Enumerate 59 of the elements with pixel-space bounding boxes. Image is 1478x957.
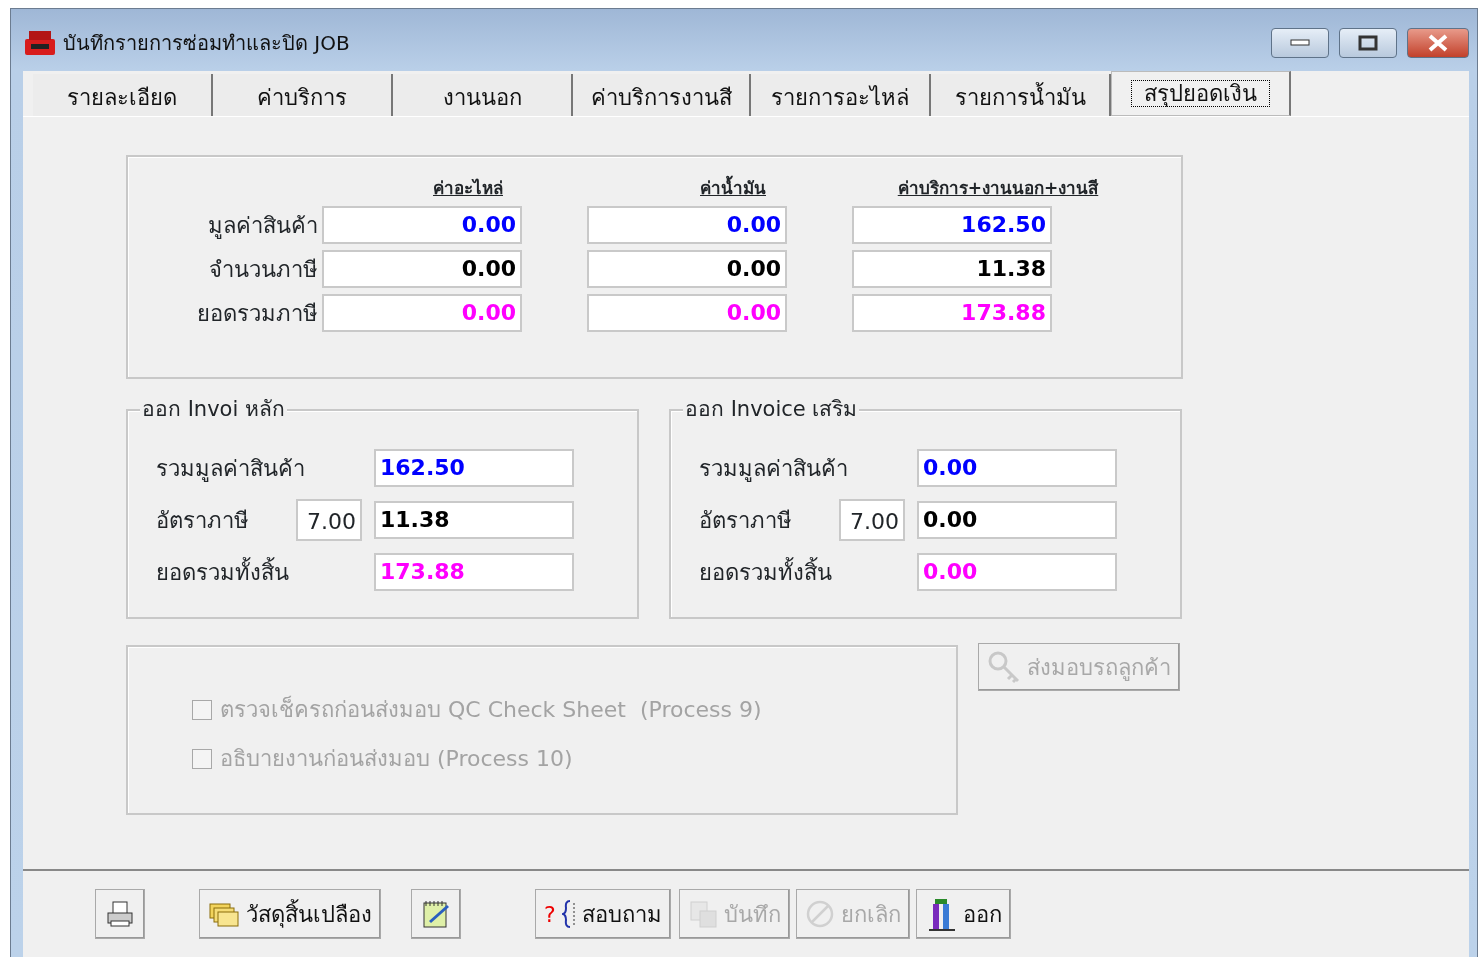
disk-icon xyxy=(687,899,718,929)
field-label: รวมมูลค่าสินค้า xyxy=(699,454,849,484)
field-label: มูลค่าสินค้า xyxy=(207,211,318,241)
tab[interactable]: รายละเอียด xyxy=(33,74,213,116)
field-label: อัตราภาษี xyxy=(156,506,250,535)
toolbox-icon xyxy=(23,29,57,57)
folders-icon xyxy=(208,900,240,928)
value-field: 0.00 xyxy=(322,294,522,333)
print-button[interactable] xyxy=(95,889,145,939)
tab[interactable]: ค่าบริการงานสี xyxy=(573,74,751,116)
value-field: 173.88 xyxy=(852,294,1052,333)
column-header: ค่าบริการ+งานนอก+งานสี xyxy=(897,177,1099,200)
key-icon xyxy=(987,650,1021,684)
printer-icon xyxy=(105,899,135,929)
maximize-button[interactable] xyxy=(1339,28,1397,58)
value-field: 0.00 xyxy=(587,206,787,245)
field-label: จำนวนภาษี xyxy=(208,255,318,284)
materials-button[interactable]: วัสดุสิ้นเปลือง xyxy=(199,889,381,939)
close-icon xyxy=(1427,34,1449,52)
maximize-icon xyxy=(1358,35,1378,51)
value-field: 0.00 xyxy=(587,294,787,333)
field-label: รวมมูลค่าสินค้า xyxy=(156,454,306,484)
field-label: ยอดรวมทั้งสิ้น xyxy=(699,556,833,587)
bracket-icon xyxy=(561,899,576,929)
value-field: 0.00 xyxy=(917,449,1117,487)
rate-field: 7.00 xyxy=(839,499,905,541)
value-field: 11.38 xyxy=(852,250,1052,289)
value-field: 162.50 xyxy=(374,449,574,487)
tab[interactable]: งานนอก xyxy=(393,74,573,116)
field-label: ยอดรวมภาษี xyxy=(196,299,318,328)
checkbox-label: ตรวจเช็ครถก่อนส่งมอบ QC Check Sheet (Process 9) xyxy=(220,694,762,724)
value-field: 173.88 xyxy=(374,553,574,591)
value-field: 0.00 xyxy=(322,206,522,245)
notepad-icon xyxy=(420,898,452,930)
query-button[interactable]: ? สอบถาม xyxy=(535,889,671,939)
value-field: 11.38 xyxy=(374,501,574,539)
value-field: 0.00 xyxy=(587,250,787,289)
field-label: อัตราภาษี xyxy=(699,506,793,535)
minimize-icon xyxy=(1290,39,1310,47)
value-field: 162.50 xyxy=(852,206,1052,245)
column-header: ค่าอะไหล่ xyxy=(433,177,503,200)
note-button[interactable] xyxy=(411,889,461,939)
exit-button[interactable]: ออก xyxy=(915,889,1011,939)
value-field: 0.00 xyxy=(917,553,1117,591)
tab[interactable]: สรุปยอดเงิน xyxy=(1111,71,1291,116)
value-field: 0.00 xyxy=(322,250,522,289)
value-field: 0.00 xyxy=(917,501,1117,539)
tab[interactable]: รายการอะไหล่ xyxy=(751,74,931,116)
question-mark-icon: ? xyxy=(544,897,556,931)
field-label: ยอดรวมทั้งสิ้น xyxy=(156,556,290,587)
window-title: บันทึกรายการซ่อมทำและปิด JOB xyxy=(63,30,351,57)
tab[interactable]: รายการน้ำมัน xyxy=(931,74,1111,116)
tab[interactable]: ค่าบริการ xyxy=(213,74,393,116)
rate-field: 7.00 xyxy=(296,499,362,541)
close-button[interactable] xyxy=(1407,28,1469,58)
minimize-button[interactable] xyxy=(1271,28,1329,58)
column-header: ค่าน้ำมัน xyxy=(700,175,766,203)
prohibited-icon xyxy=(804,899,835,929)
checkbox-label: อธิบายงานก่อนส่งมอบ (Process 10) xyxy=(220,745,573,773)
